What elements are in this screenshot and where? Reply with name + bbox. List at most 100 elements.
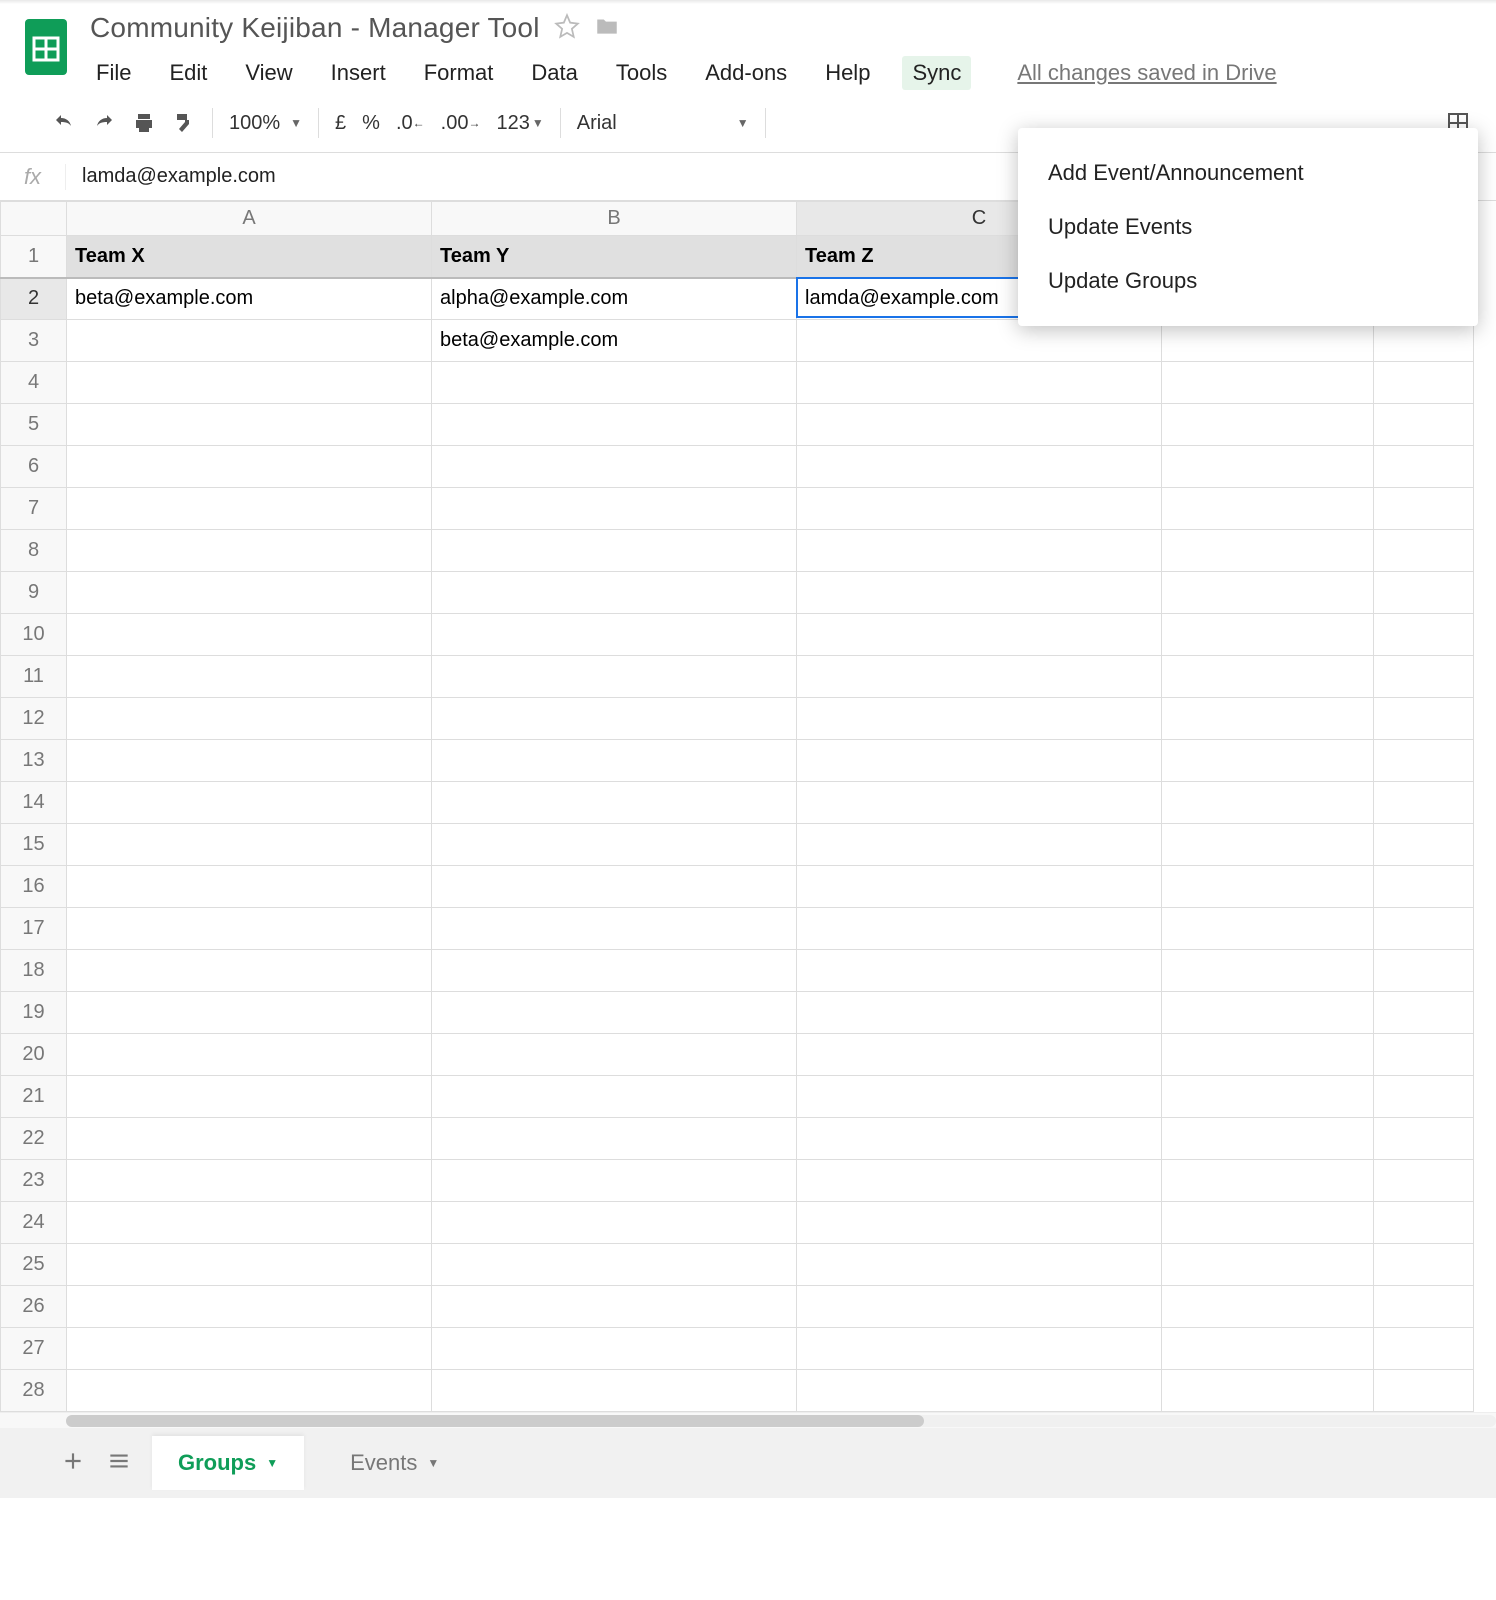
cell[interactable] (67, 1118, 432, 1160)
row-header[interactable]: 13 (1, 740, 67, 782)
number-format-select[interactable]: 123▼ (496, 112, 543, 135)
cell[interactable] (797, 908, 1162, 950)
cell[interactable] (1162, 866, 1374, 908)
cell[interactable] (1162, 1118, 1374, 1160)
cell[interactable] (1374, 1160, 1474, 1202)
cell[interactable] (67, 614, 432, 656)
cell[interactable] (1162, 1244, 1374, 1286)
cell[interactable] (432, 992, 797, 1034)
cell[interactable] (797, 404, 1162, 446)
cell[interactable] (1374, 1370, 1474, 1412)
cell[interactable] (1374, 1286, 1474, 1328)
cell[interactable] (1162, 824, 1374, 866)
cell[interactable] (432, 1160, 797, 1202)
cell[interactable] (797, 1286, 1162, 1328)
star-icon[interactable] (554, 13, 580, 44)
cell[interactable] (67, 782, 432, 824)
decrease-decimal-button[interactable]: .0← (396, 112, 425, 135)
cell[interactable] (432, 824, 797, 866)
cell[interactable] (1374, 656, 1474, 698)
cell[interactable]: beta@example.com (67, 278, 432, 320)
cell[interactable] (432, 782, 797, 824)
cell[interactable] (432, 1118, 797, 1160)
row-header[interactable]: 14 (1, 782, 67, 824)
cell[interactable] (1162, 530, 1374, 572)
cell[interactable] (1374, 488, 1474, 530)
cell[interactable] (1374, 530, 1474, 572)
cell[interactable] (797, 866, 1162, 908)
row-header[interactable]: 27 (1, 1328, 67, 1370)
cell[interactable] (432, 362, 797, 404)
cell[interactable] (432, 698, 797, 740)
row-header[interactable]: 23 (1, 1160, 67, 1202)
cell[interactable] (432, 1286, 797, 1328)
cell[interactable] (67, 488, 432, 530)
row-header[interactable]: 24 (1, 1202, 67, 1244)
row-header[interactable]: 12 (1, 698, 67, 740)
menu-view[interactable]: View (239, 56, 298, 90)
cell[interactable] (797, 614, 1162, 656)
sync-update-events[interactable]: Update Events (1018, 200, 1478, 254)
cell[interactable] (1162, 698, 1374, 740)
cell[interactable] (1162, 950, 1374, 992)
cell[interactable] (67, 950, 432, 992)
cell[interactable] (797, 446, 1162, 488)
save-status[interactable]: All changes saved in Drive (1017, 60, 1276, 86)
row-header[interactable]: 11 (1, 656, 67, 698)
cell[interactable] (797, 1328, 1162, 1370)
cell[interactable] (797, 362, 1162, 404)
cell[interactable]: Team X (67, 236, 432, 278)
cell[interactable] (67, 992, 432, 1034)
cell[interactable] (67, 446, 432, 488)
cell[interactable] (1374, 866, 1474, 908)
cell[interactable] (797, 530, 1162, 572)
cell[interactable] (797, 1160, 1162, 1202)
cell[interactable] (1374, 824, 1474, 866)
cell[interactable] (1162, 488, 1374, 530)
menu-tools[interactable]: Tools (610, 56, 673, 90)
folder-icon[interactable] (594, 13, 620, 44)
cell[interactable] (1162, 446, 1374, 488)
cell[interactable] (67, 866, 432, 908)
cell[interactable] (67, 824, 432, 866)
cell[interactable] (797, 992, 1162, 1034)
horizontal-scrollbar[interactable] (0, 1412, 1496, 1428)
cell[interactable] (1374, 908, 1474, 950)
cell[interactable] (432, 1244, 797, 1286)
cell[interactable] (67, 698, 432, 740)
cell[interactable] (797, 488, 1162, 530)
cell[interactable] (432, 656, 797, 698)
row-header[interactable]: 17 (1, 908, 67, 950)
cell[interactable] (1162, 1160, 1374, 1202)
cell[interactable] (1162, 1328, 1374, 1370)
cell[interactable] (1374, 362, 1474, 404)
cell[interactable] (432, 614, 797, 656)
cell[interactable] (1374, 614, 1474, 656)
cell[interactable] (432, 950, 797, 992)
font-select[interactable]: Arial▼ (577, 112, 749, 135)
cell[interactable] (1162, 572, 1374, 614)
row-header[interactable]: 26 (1, 1286, 67, 1328)
cell[interactable] (67, 656, 432, 698)
row-header[interactable]: 25 (1, 1244, 67, 1286)
cell[interactable] (797, 572, 1162, 614)
cell[interactable] (67, 740, 432, 782)
cell[interactable] (1374, 1328, 1474, 1370)
percent-button[interactable]: % (362, 112, 380, 135)
undo-icon[interactable] (52, 111, 76, 135)
cell[interactable] (432, 404, 797, 446)
cell[interactable] (1374, 950, 1474, 992)
cell[interactable] (1162, 1076, 1374, 1118)
cell[interactable] (1374, 698, 1474, 740)
cell[interactable] (1162, 362, 1374, 404)
cell[interactable] (1162, 782, 1374, 824)
cell[interactable] (67, 530, 432, 572)
menu-help[interactable]: Help (819, 56, 876, 90)
row-header[interactable]: 22 (1, 1118, 67, 1160)
sync-add-event[interactable]: Add Event/Announcement (1018, 146, 1478, 200)
menu-insert[interactable]: Insert (325, 56, 392, 90)
cell[interactable] (67, 320, 432, 362)
cell[interactable] (432, 1076, 797, 1118)
row-header[interactable]: 15 (1, 824, 67, 866)
cell[interactable] (797, 824, 1162, 866)
